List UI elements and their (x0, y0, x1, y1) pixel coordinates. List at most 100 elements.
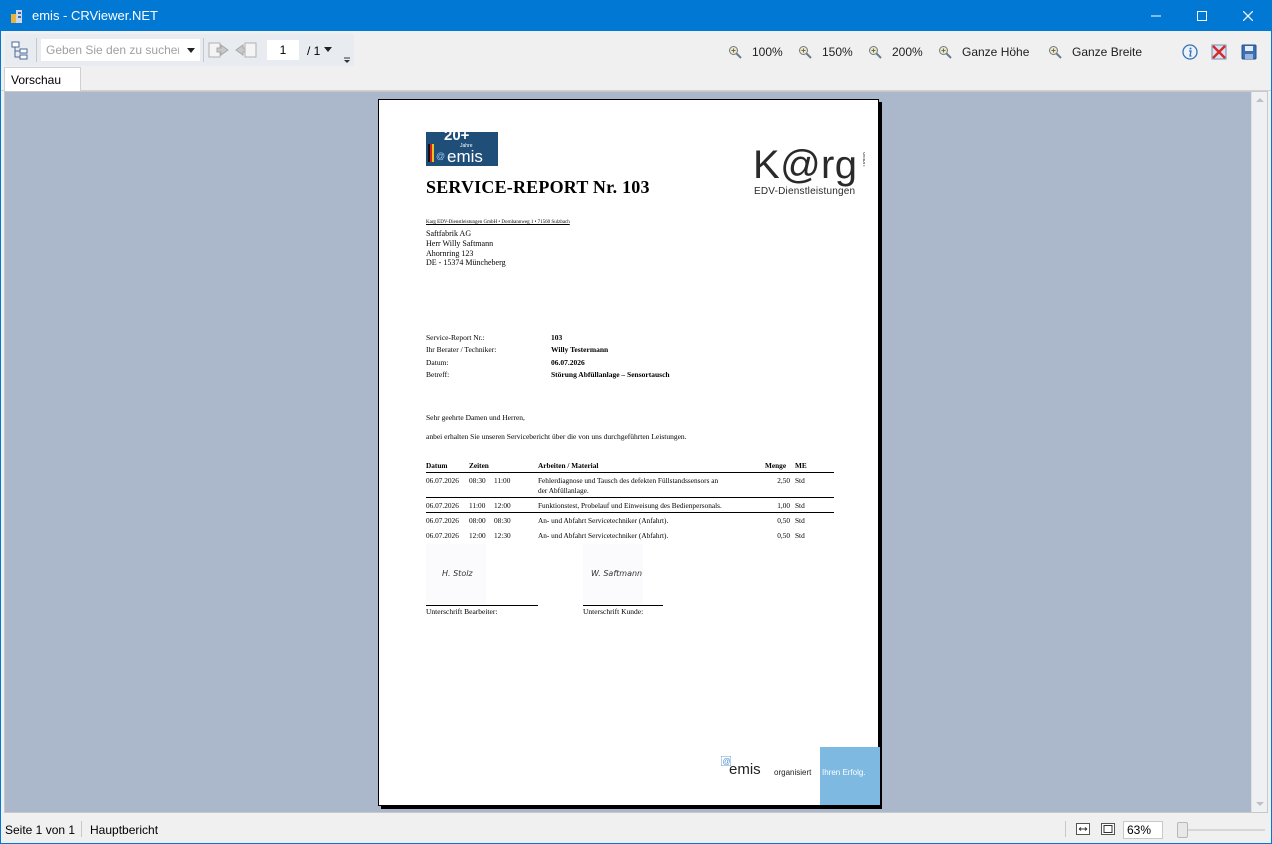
zoom-slider-track[interactable] (1181, 829, 1265, 831)
signature-customer-label: Unterschrift Kunde: (583, 607, 644, 616)
info-icon[interactable] (1181, 43, 1199, 61)
minimize-button[interactable] (1133, 1, 1179, 31)
zoom-slider-thumb[interactable] (1177, 822, 1188, 838)
group-tree-toggle-icon[interactable] (9, 39, 31, 61)
meta-label: Datum: (426, 357, 449, 367)
minimize-icon (1151, 15, 1161, 17)
title-bar[interactable]: emis - CRViewer.NET (1, 1, 1271, 31)
zoom-full-width-button[interactable]: Ganze Breite (1048, 43, 1142, 61)
search-input[interactable] (46, 42, 179, 58)
magnifier-icon (729, 46, 742, 59)
meta-value: 103 (551, 333, 563, 342)
tab-vorschau[interactable]: Vorschau (4, 67, 81, 91)
signature-technician-label: Unterschrift Bearbeiter: (426, 607, 498, 616)
table-rule (426, 497, 834, 498)
cell-menge: 1,00 (777, 501, 790, 510)
svg-text:GmbH: GmbH (861, 152, 865, 167)
status-separator (81, 821, 82, 837)
status-separator (1065, 821, 1066, 837)
cell-me: Std (795, 501, 805, 510)
zoom-percent-field[interactable]: 63% (1123, 821, 1163, 839)
table-rule (426, 512, 834, 513)
meta-label: Ihr Berater / Techniker: (426, 345, 497, 355)
meta-label: Betreff: (426, 370, 450, 380)
next-page-icon[interactable] (235, 40, 257, 60)
svg-text:K@rg: K@rg (753, 143, 857, 187)
meta-value: Störung Abfüllanlage – Sensortausch (551, 370, 670, 380)
meta-row: Service-Report Nr.: 103 (426, 333, 726, 345)
close-button[interactable] (1225, 1, 1271, 31)
window-title: emis - CRViewer.NET (32, 8, 158, 23)
address-line: Ahornring 123 (426, 248, 474, 258)
column-header-me: ME (795, 461, 807, 470)
cell-arbeiten-cont: der Abfüllanlage. (538, 486, 589, 495)
zoom-full-height-button[interactable]: Ganze Höhe (938, 43, 1029, 61)
karg-subtitle: EDV-Dienstleistungen (754, 186, 856, 197)
cell-datum: 06.07.2026 (426, 531, 459, 540)
search-combobox[interactable] (41, 39, 200, 61)
status-report-name: Hauptbericht (90, 823, 159, 837)
app-icon (11, 10, 22, 23)
toolbar-overflow-icon[interactable] (343, 56, 351, 64)
cell-bis: 12:00 (494, 501, 511, 510)
footer-banner-left: @ emis organisiert (720, 747, 820, 805)
page-number-input[interactable]: 1 (267, 40, 299, 60)
cell-bis: 11:00 (494, 476, 511, 485)
zoom-100-button[interactable]: 100% (728, 43, 783, 61)
scroll-down-icon[interactable] (1256, 802, 1264, 806)
toolbar-separator (36, 38, 37, 62)
cell-datum: 06.07.2026 (426, 516, 459, 525)
navigation-toolstrip: 1 / 1 (5, 34, 354, 66)
search-dropdown-icon[interactable] (187, 48, 195, 53)
cell-menge: 0,50 (777, 531, 790, 540)
close-report-icon[interactable] (1210, 43, 1228, 61)
vertical-scrollbar[interactable] (1251, 92, 1267, 812)
meta-row: Ihr Berater / Techniker: Willy Testerman… (426, 345, 726, 357)
address-line: Herr Willy Saftmann (426, 238, 494, 248)
maximize-button[interactable] (1179, 1, 1225, 31)
emis-logo: 20+ Jahre @ emis (426, 127, 498, 166)
signature-customer-image: W. Saftmann (583, 544, 643, 604)
table-rule (426, 472, 834, 473)
column-header-zeiten: Zeiten (469, 461, 489, 470)
page-dropdown-icon[interactable] (324, 47, 332, 52)
zoom-200-button[interactable]: 200% (868, 43, 923, 61)
footer-banner: @ emis organisiert Ihren Erfolg. (720, 747, 880, 805)
zoom-150-button[interactable]: 150% (798, 43, 853, 61)
cell-arbeiten: Funktionstest, Probelauf und Einweisung … (538, 501, 722, 510)
toolbar: 1 / 1 100% 150% 200% Ganze Höhe Ganze B (1, 31, 1271, 67)
svg-text:20+: 20+ (444, 127, 470, 144)
cell-arbeiten: An- und Abfahrt Servicetechniker (Abfahr… (538, 531, 669, 540)
footer-organisiert-text: organisiert (774, 768, 812, 777)
address-line: Saftfabrik AG (426, 229, 472, 238)
scroll-up-icon[interactable] (1256, 98, 1264, 102)
zoom-full-height-label: Ganze Höhe (962, 45, 1030, 59)
cell-von: 11:00 (469, 501, 486, 510)
report-page: 20+ Jahre @ emis K@rg GmbH EDV-Dienstlei… (378, 99, 880, 806)
salutation: Sehr geehrte Damen und Herren, (426, 413, 525, 422)
status-page-info: Seite 1 von 1 (5, 823, 76, 837)
column-header-datum: Datum (426, 461, 448, 470)
cell-bis: 08:30 (494, 516, 511, 525)
fit-page-icon[interactable] (1101, 823, 1115, 835)
cell-me: Std (795, 531, 805, 540)
cell-datum: 06.07.2026 (426, 476, 459, 485)
previous-page-icon[interactable] (207, 40, 229, 60)
cell-me: Std (795, 516, 805, 525)
svg-text:emis: emis (447, 147, 483, 166)
column-header-menge: Menge (765, 461, 787, 470)
cell-bis: 12:30 (494, 531, 511, 540)
save-icon[interactable] (1240, 43, 1258, 61)
svg-text:H. Stolz: H. Stolz (442, 569, 473, 578)
svg-text:@: @ (436, 151, 445, 161)
signature-line (583, 605, 663, 606)
cell-arbeiten: An- und Abfahrt Servicetechniker (Anfahr… (538, 516, 669, 525)
zoom-150-label: 150% (822, 45, 853, 59)
sender-line: Karg EDV-Dienstleistungen GmbH • Dornban… (426, 220, 570, 225)
meta-row: Datum: 06.07.2026 (426, 358, 726, 370)
magnifier-icon (1049, 46, 1062, 59)
fit-width-icon[interactable] (1076, 823, 1090, 835)
report-viewer[interactable]: 20+ Jahre @ emis K@rg GmbH EDV-Dienstlei… (4, 91, 1268, 813)
cell-von: 08:30 (469, 476, 486, 485)
maximize-icon (1197, 11, 1207, 21)
